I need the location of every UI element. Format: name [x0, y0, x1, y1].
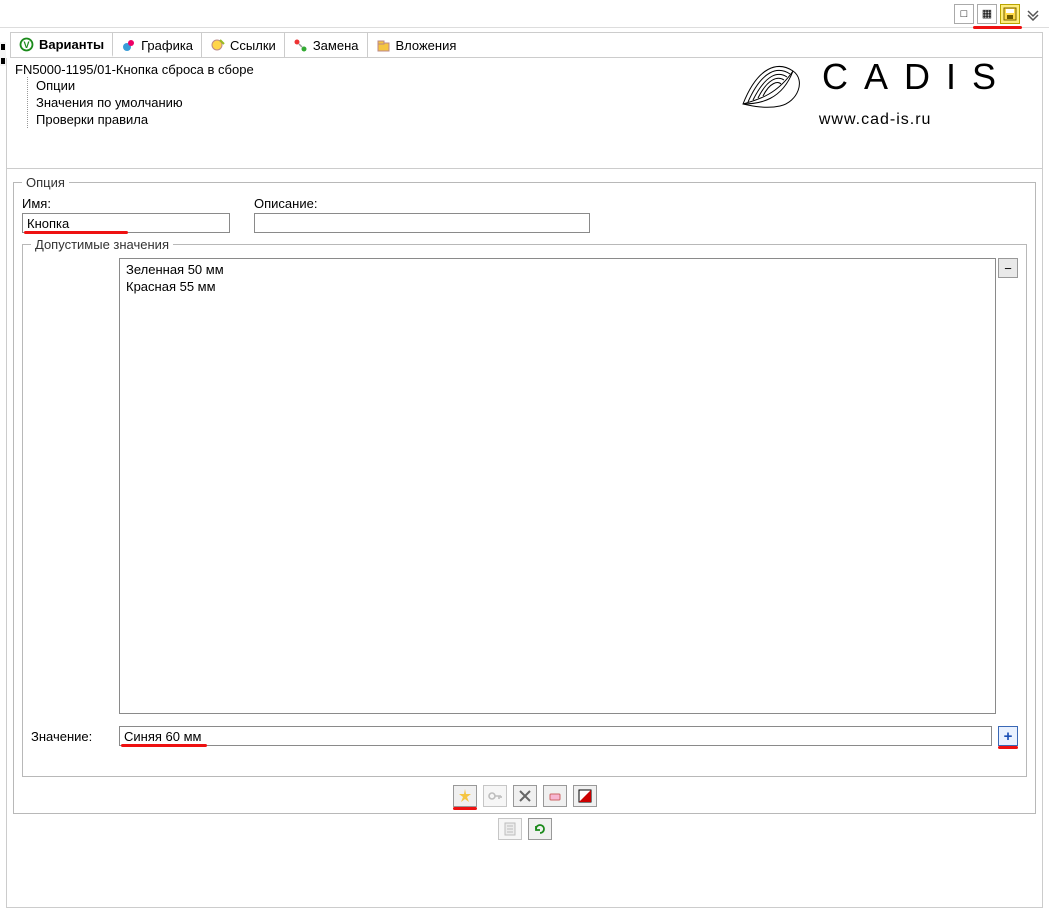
value-input[interactable]	[119, 726, 992, 746]
calendar-icon[interactable]: ▦	[977, 4, 997, 24]
tree-root[interactable]: FN5000-1195/01-Кнопка сброса в сборе	[15, 62, 1034, 77]
tab-attachments-label: Вложения	[396, 38, 457, 53]
tab-bar: V Варианты Графика Ссылки Замена Вложени…	[10, 32, 1043, 58]
tab-links[interactable]: Ссылки	[202, 33, 285, 57]
new-button[interactable]	[453, 785, 477, 807]
delete-button[interactable]	[513, 785, 537, 807]
add-value-button[interactable]: +	[998, 726, 1018, 746]
desc-label: Описание:	[254, 196, 590, 211]
tab-replace[interactable]: Замена	[285, 33, 368, 57]
list-item[interactable]: Зеленная 50 мм	[122, 261, 993, 278]
allowed-legend: Допустимые значения	[31, 237, 173, 252]
allowed-fieldset: Допустимые значения Зеленная 50 мм Красн…	[22, 237, 1027, 777]
svg-text:V: V	[23, 40, 29, 50]
tab-replace-label: Замена	[313, 38, 359, 53]
variants-icon: V	[19, 37, 34, 52]
tab-graphics[interactable]: Графика	[113, 33, 202, 57]
tree-item-defaults[interactable]: Значения по умолчанию	[36, 94, 1034, 111]
title-bar: □ ▦	[0, 0, 1049, 28]
tab-variants-label: Варианты	[39, 37, 104, 52]
window-icon[interactable]: □	[954, 4, 974, 24]
doc-button[interactable]	[498, 818, 522, 840]
main-area: Опция Имя: Описание: Допустимые значения…	[6, 168, 1043, 908]
replace-icon	[293, 38, 308, 53]
tree-item-rules[interactable]: Проверки правила	[36, 111, 1034, 128]
value-label: Значение:	[31, 729, 113, 744]
name-input[interactable]	[22, 213, 230, 233]
tree-item-options[interactable]: Опции	[36, 77, 1034, 94]
footer-toolbar	[13, 818, 1036, 840]
name-label: Имя:	[22, 196, 230, 211]
option-legend: Опция	[22, 175, 69, 190]
tree-area: FN5000-1195/01-Кнопка сброса в сборе Опц…	[6, 58, 1043, 168]
option-toolbar	[22, 785, 1027, 807]
tab-links-label: Ссылки	[230, 38, 276, 53]
graphics-icon	[121, 38, 136, 53]
desc-input[interactable]	[254, 213, 590, 233]
collapse-icon[interactable]	[1023, 4, 1043, 24]
attachments-icon	[376, 38, 391, 53]
flag-button[interactable]	[573, 785, 597, 807]
refresh-button[interactable]	[528, 818, 552, 840]
option-fieldset: Опция Имя: Описание: Допустимые значения…	[13, 175, 1036, 814]
save-button[interactable]	[1000, 4, 1020, 24]
tab-graphics-label: Графика	[141, 38, 193, 53]
links-icon	[210, 38, 225, 53]
tab-attachments[interactable]: Вложения	[368, 33, 465, 57]
list-item[interactable]: Красная 55 мм	[122, 278, 993, 295]
eraser-button[interactable]	[543, 785, 567, 807]
allowed-listbox[interactable]: Зеленная 50 мм Красная 55 мм	[119, 258, 996, 714]
key-button[interactable]	[483, 785, 507, 807]
remove-value-button[interactable]: −	[998, 258, 1018, 278]
tab-variants[interactable]: V Варианты	[11, 33, 113, 57]
